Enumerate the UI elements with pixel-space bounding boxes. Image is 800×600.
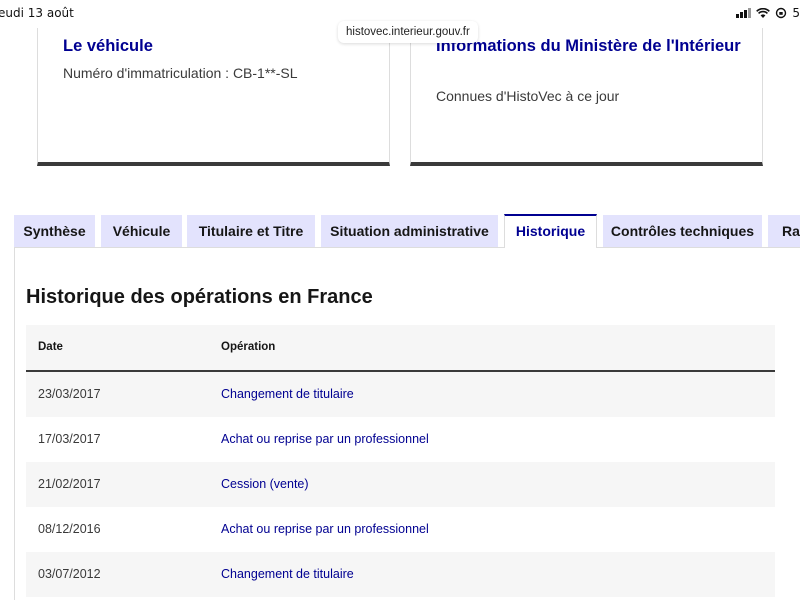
tab-titulaire-titre[interactable]: Titulaire et Titre — [187, 215, 315, 248]
tab-synthese[interactable]: Synthèse — [14, 215, 95, 248]
wifi-icon — [756, 7, 771, 18]
vehicle-card[interactable]: Le véhicule Numéro d'immatriculation : C… — [37, 28, 390, 166]
row-date: 17/03/2017 — [38, 432, 101, 446]
table-body: 23/03/2017 Changement de titulaire 17/03… — [26, 372, 775, 597]
signal-icon — [736, 8, 752, 18]
ministry-card-description: Connues d'HistoVec à ce jour — [436, 88, 620, 104]
ministry-card-title[interactable]: Informations du Ministère de l'Intérieur — [436, 34, 756, 58]
tab-vehicule[interactable]: Véhicule — [101, 215, 182, 248]
table-row: 23/03/2017 Changement de titulaire — [26, 372, 775, 417]
column-header-operation: Opération — [221, 341, 276, 353]
table-row: 03/07/2012 Changement de titulaire — [26, 552, 775, 597]
row-operation: Changement de titulaire — [221, 387, 354, 401]
status-time: eudi 13 août — [0, 6, 74, 20]
vehicle-card-description: Numéro d'immatriculation : CB-1**-SL — [63, 65, 298, 81]
tab-historique[interactable]: Historique — [504, 214, 597, 248]
column-header-date: Date — [38, 341, 63, 353]
tab-rapport[interactable]: Rap — [768, 215, 800, 248]
row-date: 23/03/2017 — [38, 387, 101, 401]
battery-percent: 5 — [792, 6, 800, 20]
row-operation: Changement de titulaire — [221, 567, 354, 581]
vehicle-card-title[interactable]: Le véhicule — [63, 34, 383, 58]
row-date: 03/07/2012 — [38, 567, 101, 581]
orientation-lock-icon — [776, 7, 787, 19]
tab-situation-administrative[interactable]: Situation administrative — [321, 215, 498, 248]
history-table: Date Opération 23/03/2017 Changement de … — [26, 325, 775, 597]
table-row: 21/02/2017 Cession (vente) — [26, 462, 775, 507]
table-row: 17/03/2017 Achat ou reprise par un profe… — [26, 417, 775, 462]
ministry-card[interactable]: Informations du Ministère de l'Intérieur… — [410, 28, 763, 166]
row-operation: Cession (vente) — [221, 477, 309, 491]
row-date: 21/02/2017 — [38, 477, 101, 491]
status-icons: 5 — [736, 6, 800, 20]
row-operation: Achat ou reprise par un professionnel — [221, 522, 429, 536]
table-row: 08/12/2016 Achat ou reprise par un profe… — [26, 507, 775, 552]
url-bar[interactable]: histovec.interieur.gouv.fr — [338, 21, 478, 43]
table-header: Date Opération — [26, 325, 775, 372]
tab-controles-techniques[interactable]: Contrôles techniques — [603, 215, 762, 248]
section-title: Historique des opérations en France — [26, 286, 373, 308]
tab-bar: Synthèse Véhicule Titulaire et Titre Sit… — [0, 214, 800, 248]
row-operation: Achat ou reprise par un professionnel — [221, 432, 429, 446]
row-date: 08/12/2016 — [38, 522, 101, 536]
